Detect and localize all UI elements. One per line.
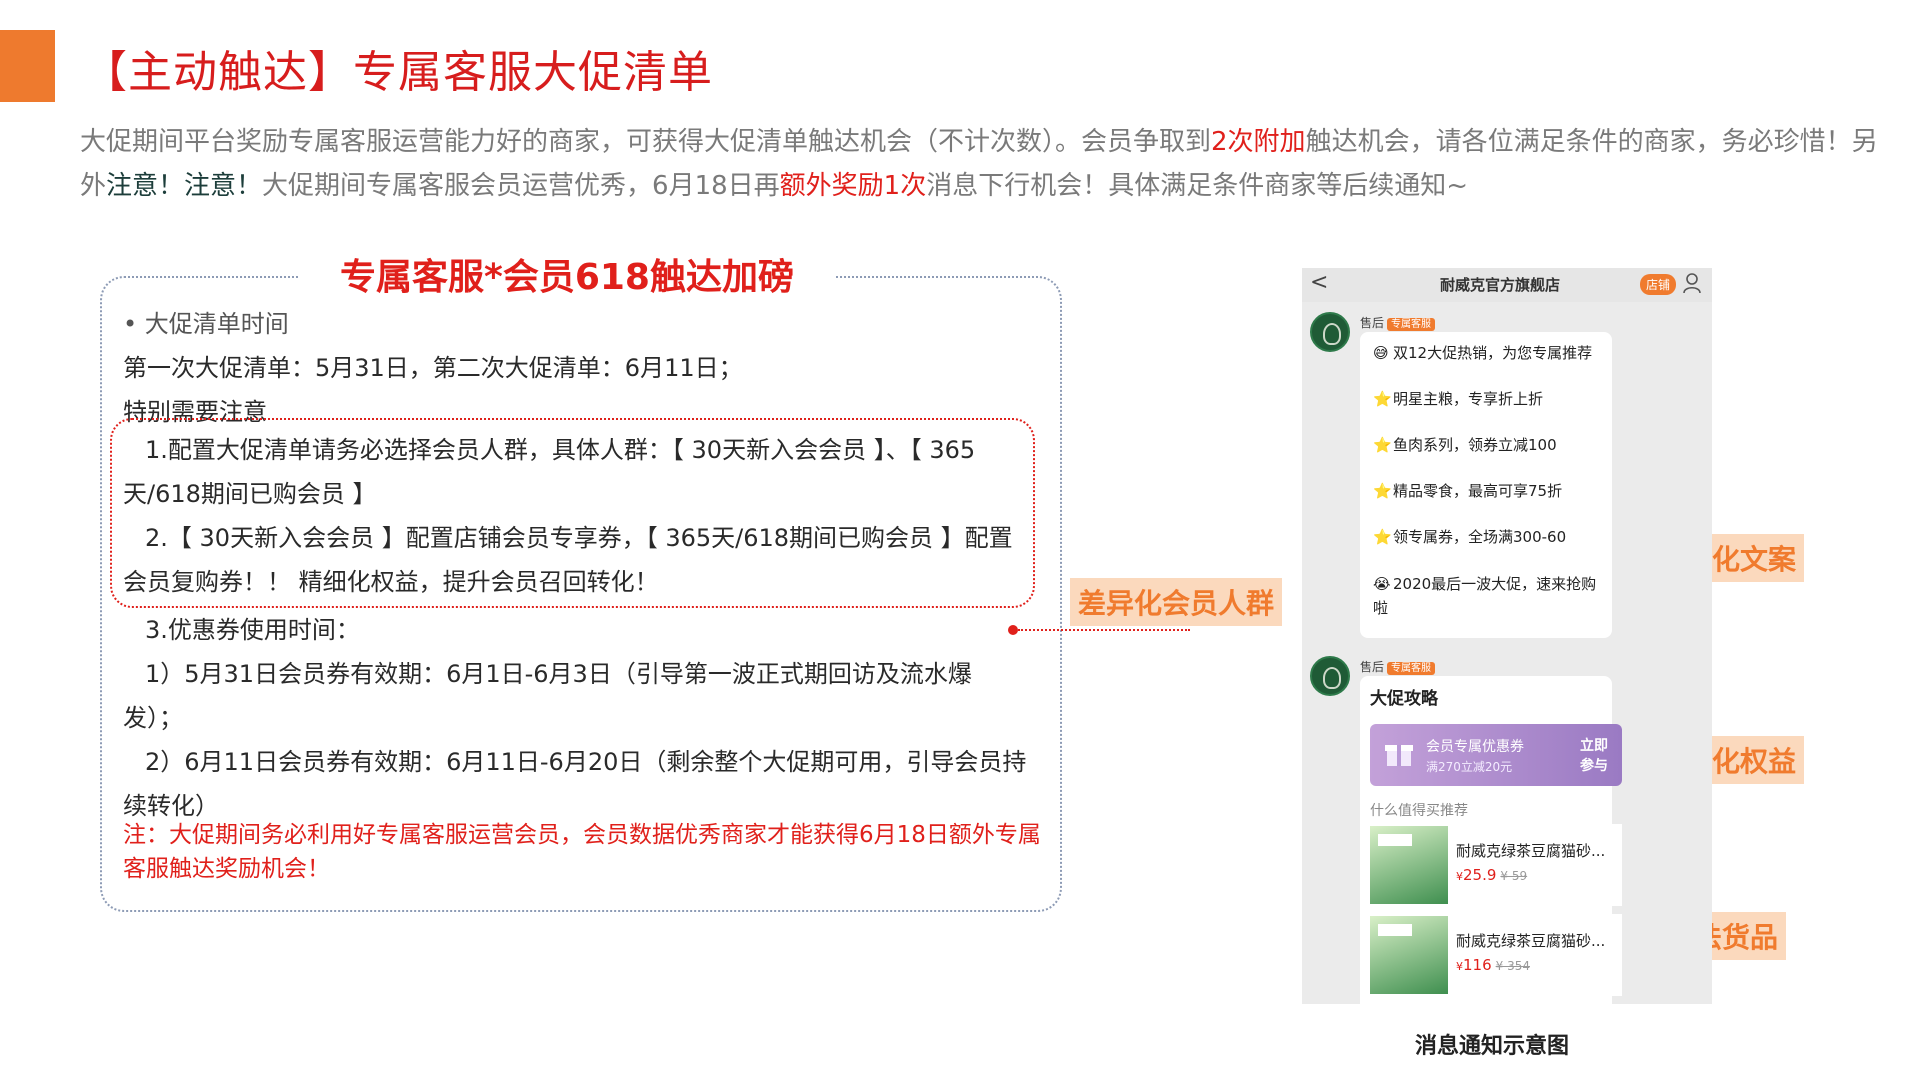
price-value: 116	[1463, 956, 1492, 974]
promo-line-3: ⭐鱼肉系列，领券立减100	[1373, 434, 1557, 455]
promo-line-6: 😭 2020最后一波大促，速来抢购啦	[1373, 572, 1605, 620]
intro-text-3: 大促期间专属客服会员运营优秀，6月18日再	[262, 171, 780, 201]
chat-header: < 耐威克官方旗舰店 店铺	[1302, 268, 1712, 302]
star-icon: ⭐	[1373, 528, 1392, 546]
product-name: 耐威克绿茶豆腐猫砂...	[1456, 842, 1606, 860]
member-coupon-card[interactable]: 会员专属优惠券 满270立减20元 立即参与	[1370, 724, 1622, 786]
promo-line-5: ⭐领专属券，全场满300-60	[1373, 526, 1566, 547]
strategy-title: 大促攻略	[1370, 689, 1438, 709]
original-price: ¥ 59	[1500, 869, 1528, 883]
seller-label: 售后 专属客服	[1360, 314, 1436, 331]
seller-role: 售后	[1360, 316, 1385, 330]
star-icon: ⭐	[1373, 436, 1392, 454]
store-name: 耐威克官方旗舰店	[1440, 276, 1561, 294]
user-icon[interactable]	[1682, 272, 1704, 294]
coupon-time-heading: 3.优惠券使用时间：	[145, 616, 360, 644]
schedule-dates: 第一次大促清单：5月31日，第二次大促清单：6月11日；	[123, 354, 743, 382]
star-icon: ⭐	[1373, 390, 1392, 408]
coupon-validity-1-cont: 发）；	[123, 704, 183, 732]
seller-avatar	[1310, 312, 1350, 352]
product-price: ¥25.9 ¥ 59	[1456, 866, 1527, 884]
seller-badge: 专属客服	[1387, 318, 1436, 331]
requirement-2: 2.【 30天新入会会员 】配置店铺会员专享券，【 365天/618期间已购会员…	[123, 524, 1013, 596]
currency-sign: ¥	[1456, 960, 1463, 973]
seller-role: 售后	[1360, 660, 1385, 674]
intro-highlight-extra: 2次附加	[1211, 127, 1306, 157]
message-bubble-strategy: 大促攻略 会员专属优惠券 满270立减20元 立即参与 什么值得买推荐 耐威克绿…	[1360, 676, 1622, 1004]
coupon-rule: 满270立减20元	[1426, 760, 1513, 774]
bullet-schedule-heading: • 大促清单时间	[123, 310, 289, 338]
title-accent-bar	[0, 30, 55, 102]
promo-line-3-text: 鱼肉系列，领券立减100	[1393, 436, 1557, 454]
message-bubble-promo: 😅 双12大促热销，为您专属推荐 ⭐明星主粮，专享折上折 ⭐鱼肉系列，领券立减10…	[1360, 332, 1612, 638]
tag-differentiated-crowd: 差异化会员人群	[1070, 578, 1283, 626]
emoji-icon: 😅	[1373, 344, 1389, 362]
product-card[interactable]: 耐威克绿茶豆腐猫砂... ¥116 ¥ 354	[1370, 914, 1622, 996]
original-price: ¥ 354	[1495, 959, 1530, 973]
product-price: ¥116 ¥ 354	[1456, 956, 1530, 974]
connector-line	[1018, 629, 1190, 631]
crowd-requirements: 1.配置大促清单请务必选择会员人群，具体人群：【 30天新入会会员 】、【 36…	[123, 428, 1028, 604]
back-icon[interactable]: <	[1310, 270, 1328, 295]
page-title: 【主动触达】专属客服大促清单	[83, 47, 713, 98]
shop-button[interactable]: 店铺	[1640, 274, 1677, 295]
mockup-caption: 消息通知示意图	[1415, 1034, 1570, 1059]
promo-line-4-text: 精品零食，最高可享75折	[1393, 482, 1563, 500]
panel-footnote: 注：大促期间务必利用好专属客服运营会员，会员数据优秀商家才能获得6月18日额外专…	[123, 822, 1041, 882]
seller-badge: 专属客服	[1387, 662, 1436, 675]
gift-icon	[1385, 745, 1413, 766]
intro-paragraph: 大促期间平台奖励专属客服运营能力好的商家，可获得大促清单触达机会（不计次数）。会…	[80, 120, 1880, 208]
promo-line-6-text: 2020最后一波大促，速来抢购啦	[1373, 575, 1597, 617]
connector-dot	[1008, 625, 1018, 635]
price-value: 25.9	[1463, 866, 1497, 884]
emoji-icon: 😭	[1373, 575, 1391, 593]
phone-mockup: < 耐威克官方旗舰店 店铺 售后 专属客服 😅 双12大促热销，为您专属推荐 ⭐明星…	[1302, 268, 1712, 1004]
coupon-validity-2-cont: 续转化）	[123, 792, 219, 820]
promo-line-1: 😅 双12大促热销，为您专属推荐	[1373, 342, 1592, 363]
rules-panel-title: 专属客服*会员618触达加磅	[300, 248, 834, 300]
recommend-title: 什么值得买推荐	[1370, 803, 1468, 819]
promo-line-1-text: 双12大促热销，为您专属推荐	[1393, 344, 1593, 362]
seller-avatar	[1310, 656, 1350, 696]
join-button[interactable]: 立即参与	[1580, 736, 1616, 776]
seller-label: 售后 专属客服	[1360, 658, 1436, 675]
product-card[interactable]: 耐威克绿茶豆腐猫砂... ¥25.9 ¥ 59	[1370, 824, 1622, 906]
currency-sign: ¥	[1456, 870, 1463, 883]
intro-attention: 注意！注意！	[106, 171, 263, 201]
product-name: 耐威克绿茶豆腐猫砂...	[1456, 932, 1606, 950]
star-icon: ⭐	[1373, 482, 1392, 500]
product-image	[1370, 826, 1448, 904]
promo-line-2: ⭐明星主粮，专享折上折	[1373, 388, 1543, 409]
promo-line-4: ⭐精品零食，最高可享75折	[1373, 480, 1562, 501]
promo-line-2-text: 明星主粮，专享折上折	[1393, 390, 1544, 408]
intro-highlight-reward: 额外奖励1次	[779, 171, 927, 201]
coupon-validity-2: 2）6月11日会员券有效期：6月11日-6月20日（剩余整个大促期可用，引导会员…	[145, 748, 1027, 776]
requirement-1: 1.配置大促清单请务必选择会员人群，具体人群：【 30天新入会会员 】、【 36…	[123, 436, 976, 508]
intro-text-4: 消息下行机会！具体满足条件商家等后续通知~	[926, 171, 1469, 201]
product-image	[1370, 916, 1448, 994]
coupon-name: 会员专属优惠券	[1426, 739, 1524, 755]
intro-text-1: 大促期间平台奖励专属客服运营能力好的商家，可获得大促清单触达机会（不计次数）。会…	[80, 127, 1212, 157]
promo-line-5-text: 领专属券，全场满300-60	[1393, 528, 1567, 546]
coupon-validity-1: 1）5月31日会员券有效期：6月1日-6月3日（引导第一波正式期回访及流水爆	[145, 660, 972, 688]
